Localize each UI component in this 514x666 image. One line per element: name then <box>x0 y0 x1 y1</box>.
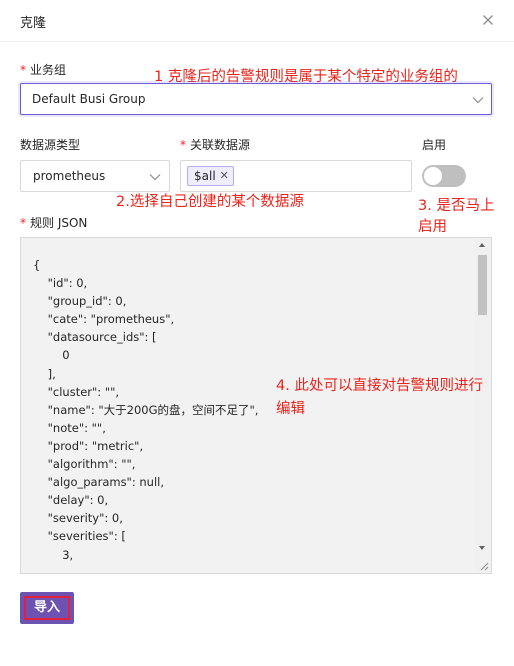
resize-grip-icon[interactable] <box>477 559 489 571</box>
datasource-type-label: 数据源类型 <box>20 138 81 152</box>
datasource-tag: $all ✕ <box>187 166 234 186</box>
annotation-3-line1: 3. 是否马上 <box>418 198 495 214</box>
import-button-label: 导入 <box>24 596 70 620</box>
editor-scrollbar[interactable] <box>475 239 490 572</box>
close-icon[interactable] <box>480 12 496 28</box>
datasources-label: * 关联数据源 <box>180 138 251 152</box>
datasource-tag-label: $all <box>194 169 216 183</box>
required-mark: * <box>20 216 26 230</box>
datasource-type-value: prometheus <box>33 169 106 183</box>
enabled-label: 启用 <box>422 138 447 152</box>
annotation-4-line1: 4. 此处可以直接对告警规则进行 <box>276 378 483 394</box>
business-group-label: * 业务组 <box>20 63 67 77</box>
chevron-down-icon <box>149 174 161 181</box>
required-mark: * <box>180 138 186 152</box>
enabled-toggle[interactable] <box>422 165 466 187</box>
datasources-select[interactable]: $all ✕ <box>180 160 412 192</box>
business-group-value: Default Busi Group <box>32 92 146 106</box>
modal-title: 克隆 <box>20 16 47 31</box>
datasource-type-select[interactable]: prometheus <box>20 160 170 192</box>
header-divider <box>0 41 514 42</box>
required-mark: * <box>20 63 26 77</box>
chevron-down-icon <box>472 97 484 104</box>
rule-json-content[interactable]: { "id": 0, "group_id": 0, "cate": "prome… <box>33 256 258 564</box>
annotation-2: 2.选择自己创建的某个数据源 <box>116 194 304 210</box>
annotation-3-line2: 启用 <box>418 219 447 235</box>
toggle-knob <box>424 167 442 185</box>
tag-close-icon[interactable]: ✕ <box>220 166 229 186</box>
business-group-select[interactable]: Default Busi Group <box>20 83 492 115</box>
scroll-down-icon[interactable] <box>479 546 485 550</box>
scroll-thumb[interactable] <box>478 255 487 315</box>
rule-json-editor[interactable]: { "id": 0, "group_id": 0, "cate": "prome… <box>20 237 492 574</box>
scroll-up-icon[interactable] <box>479 243 485 247</box>
annotation-4-line2: 编辑 <box>276 401 305 417</box>
rule-json-label: * 规则 JSON <box>20 216 88 230</box>
import-button[interactable]: 导入 <box>20 592 74 624</box>
